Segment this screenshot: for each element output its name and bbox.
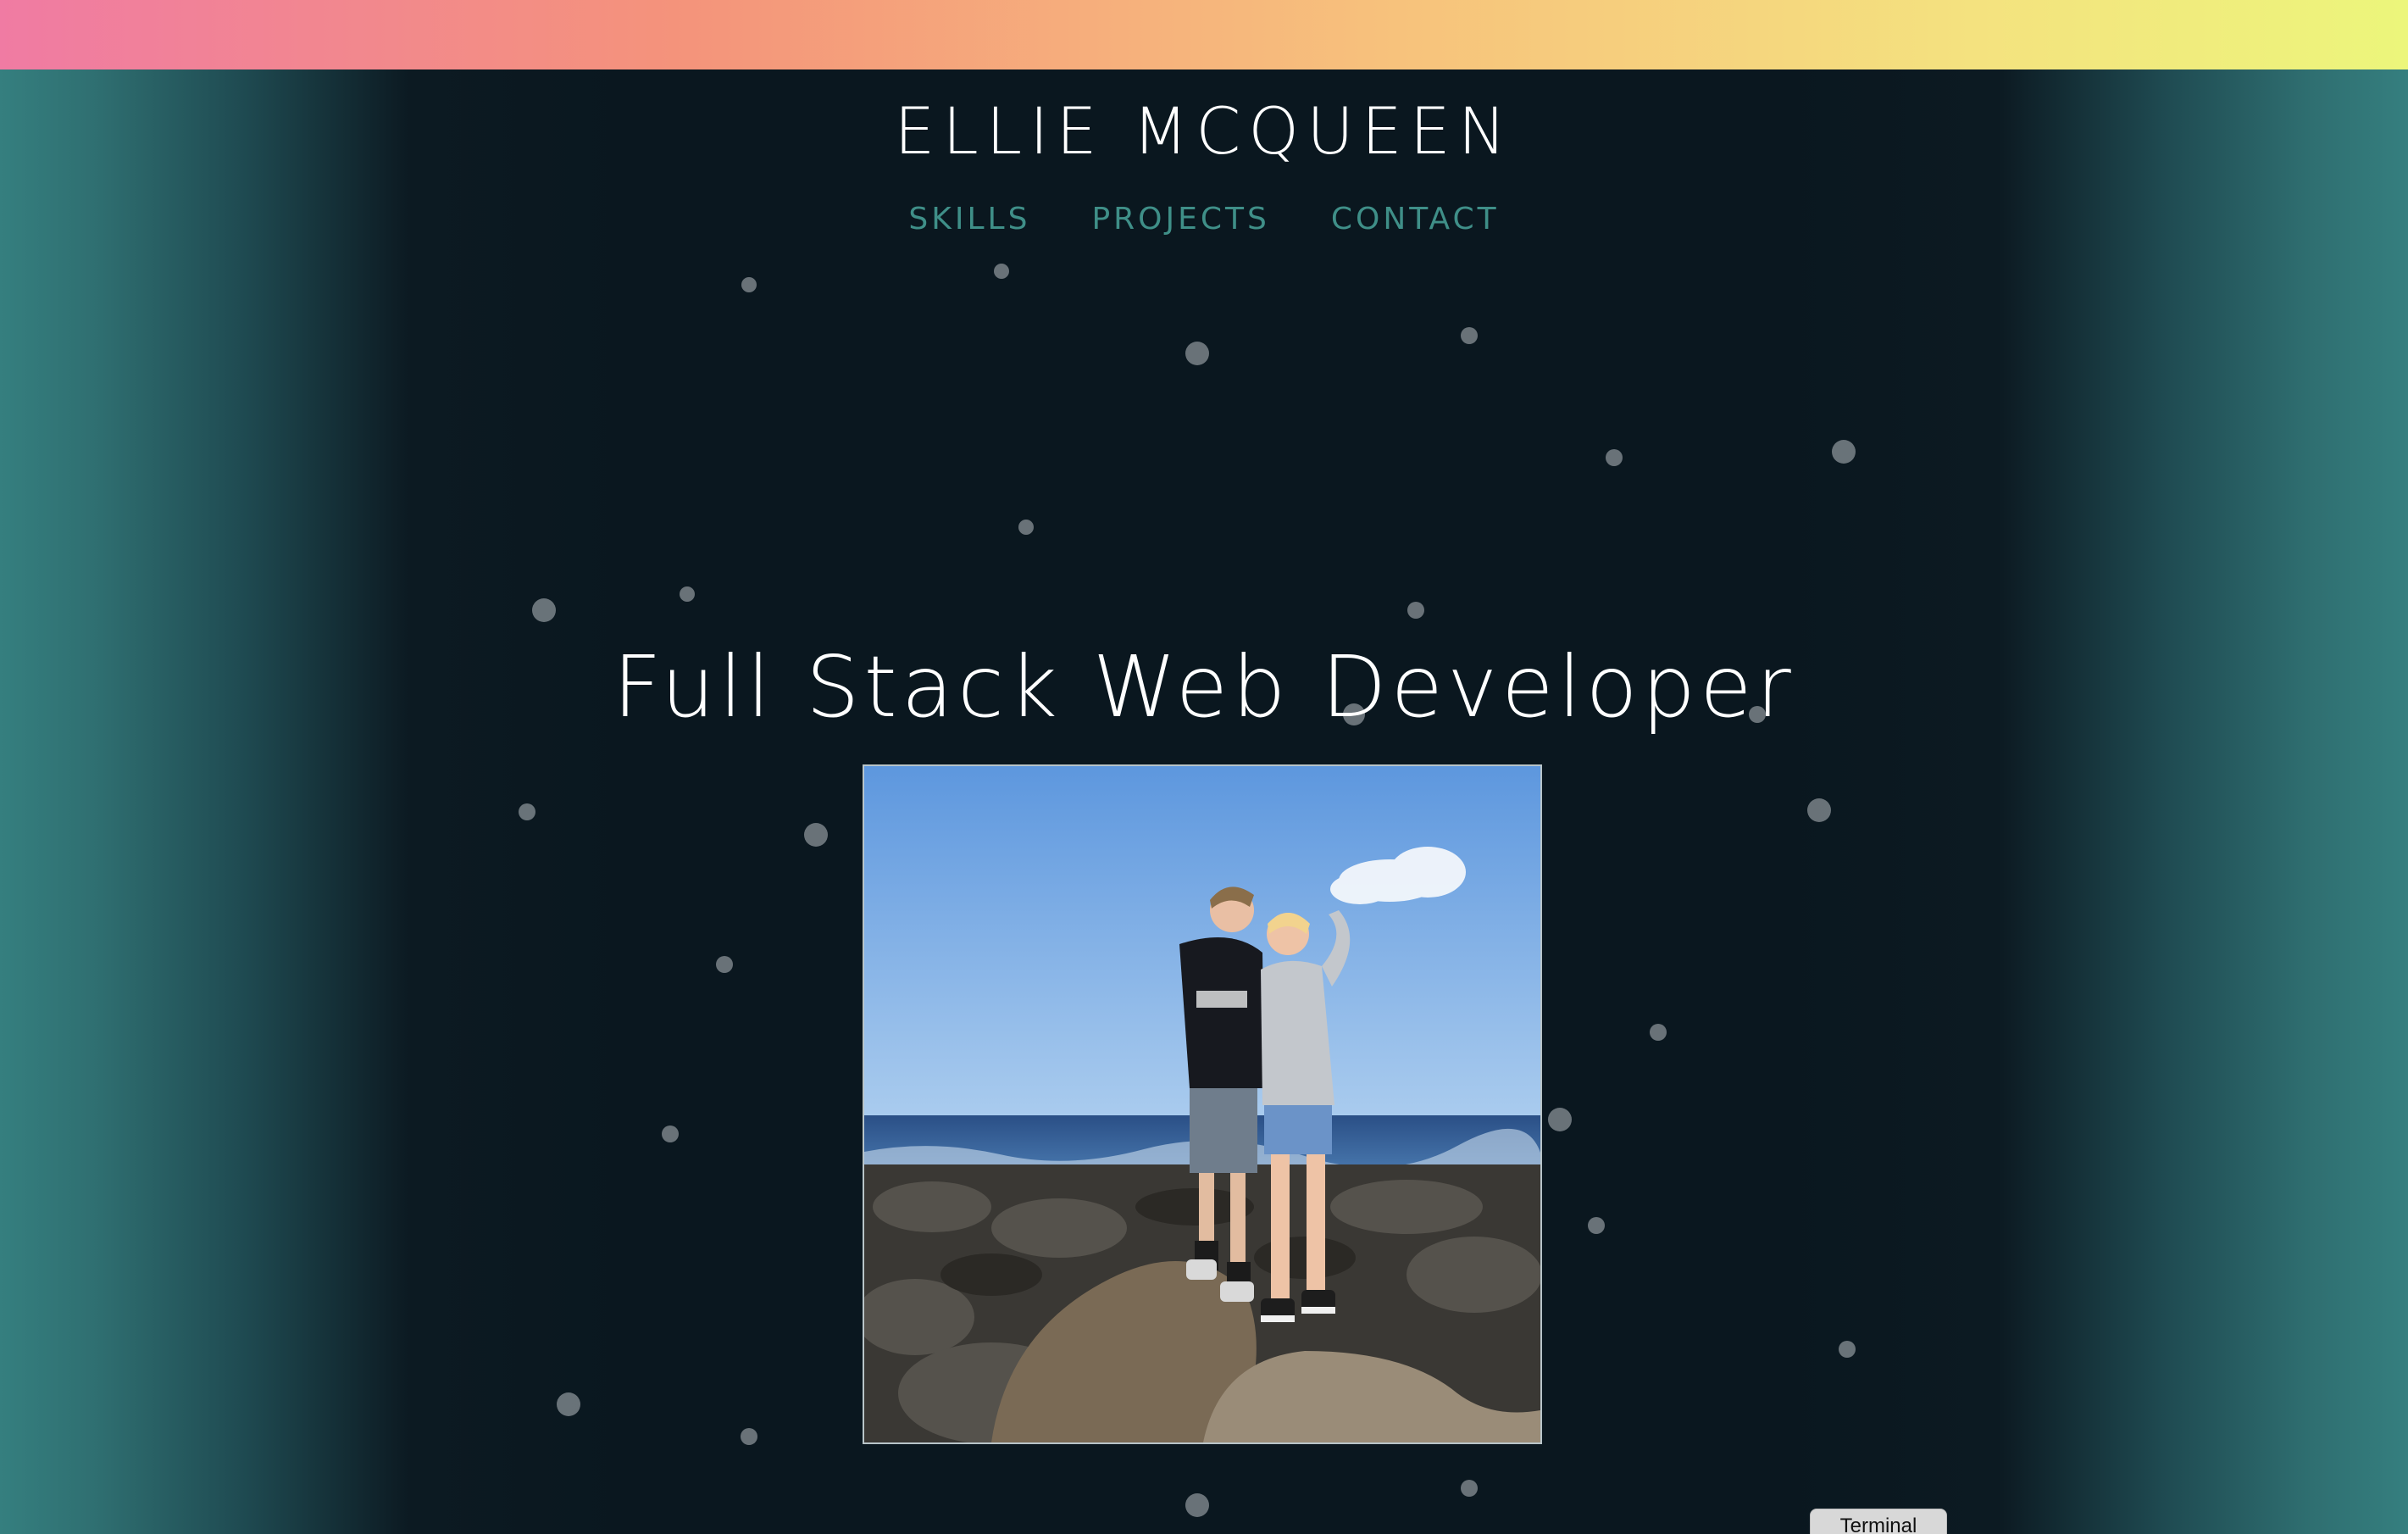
portfolio-page: ELLIE MCQUEEN SKILLS PROJECTS CONTACT Fu… xyxy=(0,0,2408,1534)
profile-photo-illustration xyxy=(864,766,1540,1442)
particle-dot xyxy=(741,1428,757,1445)
particle-dot xyxy=(1807,798,1831,822)
particle-dot xyxy=(741,277,757,292)
nav-link-projects[interactable]: PROJECTS xyxy=(1091,202,1269,236)
particle-dot xyxy=(804,823,828,847)
particle-dot xyxy=(994,264,1009,279)
profile-photo xyxy=(863,764,1542,1444)
particle-dot xyxy=(1461,1480,1478,1497)
particle-dot xyxy=(662,1125,679,1142)
particle-dot xyxy=(557,1392,580,1416)
particle-dot xyxy=(716,956,733,973)
particle-dot xyxy=(1185,342,1209,365)
particle-dot xyxy=(1018,520,1034,535)
particle-dot xyxy=(1606,449,1623,466)
particle-dot xyxy=(1832,440,1856,464)
particle-dot xyxy=(1185,1493,1209,1517)
nav-link-skills[interactable]: SKILLS xyxy=(908,202,1030,236)
particle-dot xyxy=(532,598,556,622)
hero-heading: Full Stack Web Developer xyxy=(613,637,1795,736)
particle-dot xyxy=(680,586,695,602)
particle-dot xyxy=(1839,1341,1856,1358)
particle-dot xyxy=(1407,602,1424,619)
particle-dot xyxy=(1461,327,1478,344)
nav-link-contact[interactable]: CONTACT xyxy=(1331,202,1500,236)
particle-dot xyxy=(519,803,535,820)
site-title: ELLIE MCQUEEN xyxy=(894,93,1514,169)
particle-dot xyxy=(1650,1024,1667,1041)
main-nav: SKILLS PROJECTS CONTACT xyxy=(0,202,2408,236)
particle-dot xyxy=(1588,1217,1605,1234)
gradient-top-bar xyxy=(0,0,2408,69)
terminal-button[interactable]: Terminal xyxy=(1810,1509,1947,1534)
particle-dot xyxy=(1548,1108,1572,1131)
